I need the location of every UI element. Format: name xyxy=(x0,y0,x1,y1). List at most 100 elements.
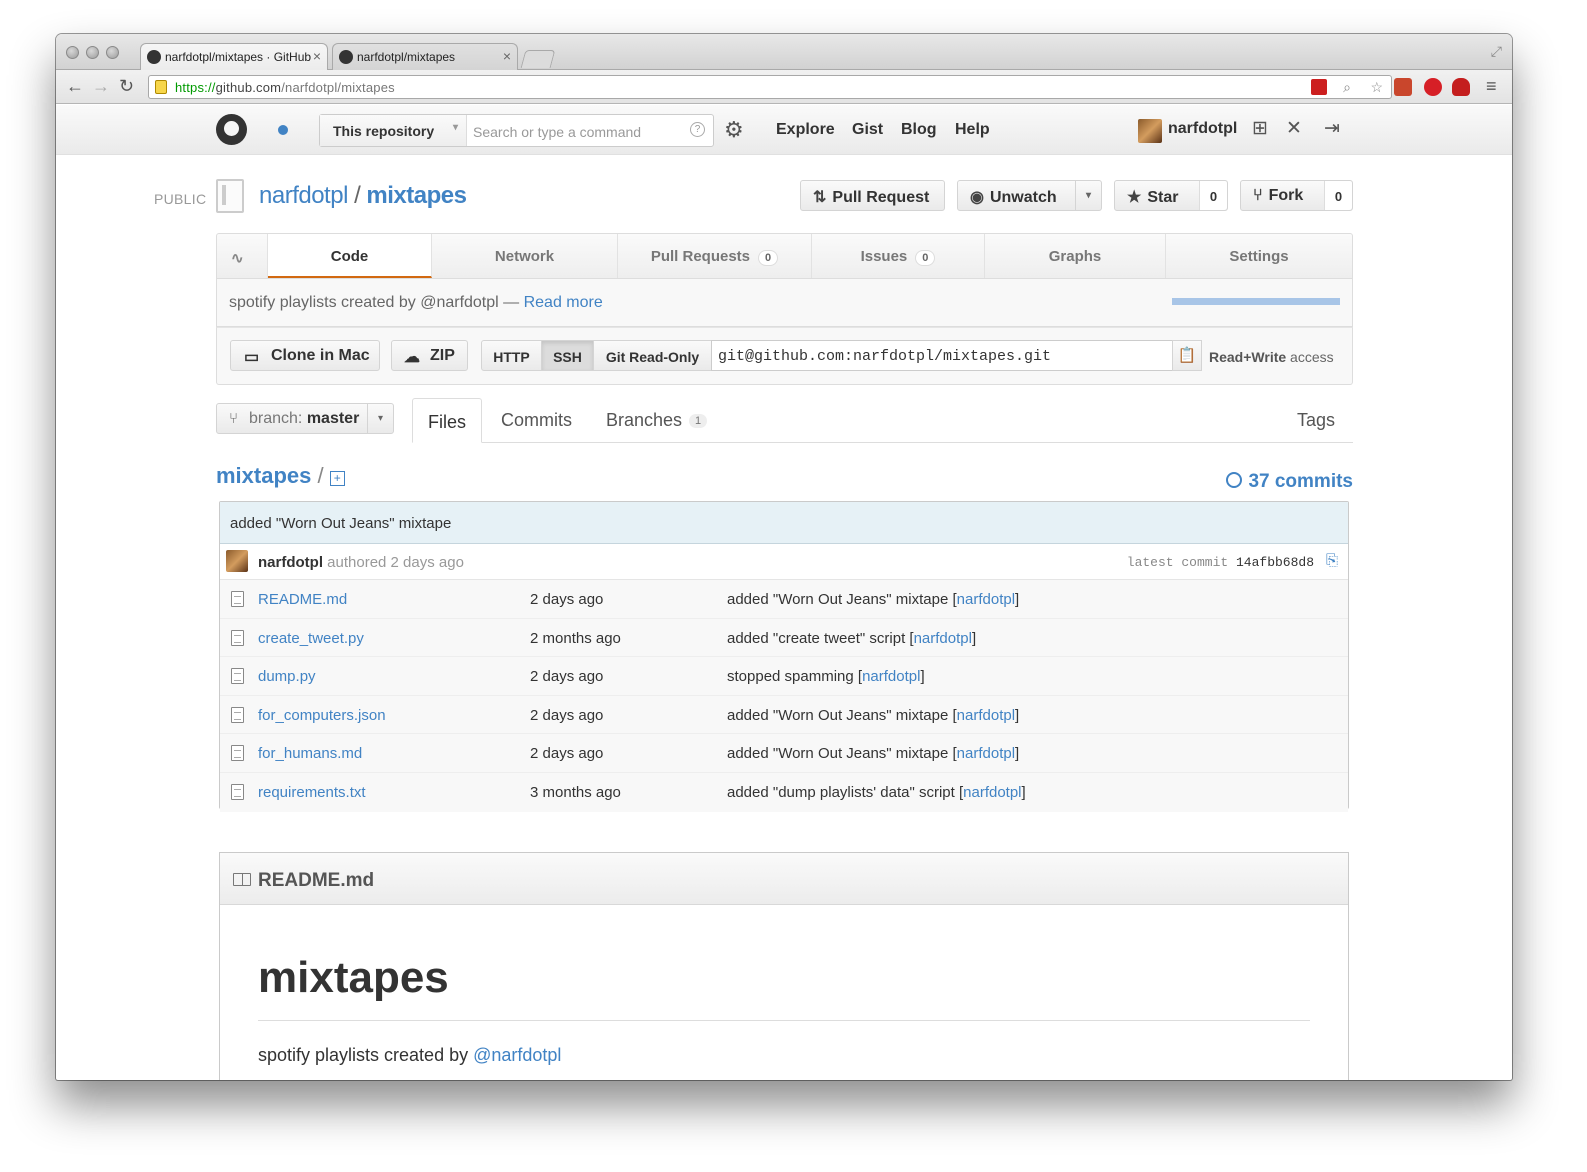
extension-book-icon[interactable] xyxy=(1394,78,1412,96)
search-input[interactable]: Search or type a command xyxy=(473,124,641,140)
clone-url-input[interactable]: git@github.com:narfdotpl/mixtapes.git xyxy=(711,340,1173,371)
chevron-down-icon: ▾ xyxy=(367,404,393,433)
close-window-button[interactable] xyxy=(66,46,79,59)
tab-issues[interactable]: Issues 0 xyxy=(812,234,985,278)
tab-tags[interactable]: Tags xyxy=(1297,410,1335,431)
username-link[interactable]: narfdotpl xyxy=(1168,120,1237,138)
commit-author-link[interactable]: narfdotpl xyxy=(963,784,1021,801)
tab-settings[interactable]: Settings xyxy=(1166,234,1352,278)
notifications-icon[interactable] xyxy=(278,125,288,135)
new-repo-icon[interactable]: ⊞ xyxy=(1252,117,1268,140)
tab-commits[interactable]: Commits xyxy=(501,410,572,431)
zip-download-button[interactable]: ☁ ZIP xyxy=(391,340,468,371)
pulse-icon: ∿ xyxy=(231,250,244,267)
forward-arrow-icon[interactable]: → xyxy=(92,76,110,97)
menu-icon[interactable]: ≡ xyxy=(1486,76,1497,97)
fullscreen-icon[interactable]: ⤢ xyxy=(1491,43,1502,60)
protocol-git-read-only[interactable]: Git Read-Only xyxy=(593,340,712,371)
latest-commit-message[interactable]: added "Worn Out Jeans" mixtape xyxy=(220,502,1348,544)
search-scope-select[interactable]: This repository ▾ xyxy=(320,115,467,146)
nav-explore[interactable]: Explore xyxy=(776,121,835,139)
file-name-link[interactable]: for_humans.md xyxy=(258,745,362,762)
browser-tab[interactable]: narfdotpl/mixtapes × xyxy=(332,43,518,70)
issues-count: 0 xyxy=(915,250,936,266)
read-more-link[interactable]: Read more xyxy=(524,294,603,311)
commit-author-link[interactable]: narfdotpl xyxy=(862,668,920,685)
language-bar[interactable] xyxy=(1172,298,1340,305)
zoom-window-button[interactable] xyxy=(106,46,119,59)
avatar[interactable] xyxy=(226,550,248,572)
fork-button[interactable]: ⑂ Fork 0 xyxy=(1240,180,1353,211)
commit-sha-link[interactable]: 14afbb68d8 xyxy=(1236,555,1314,570)
latest-commit-meta: narfdotpl authored 2 days ago latest com… xyxy=(220,544,1348,580)
close-icon[interactable]: × xyxy=(503,48,511,64)
nav-gist[interactable]: Gist xyxy=(852,121,883,139)
file-name-link[interactable]: README.md xyxy=(258,591,347,608)
avatar[interactable] xyxy=(1138,119,1162,143)
clone-in-mac-button[interactable]: ▭ Clone in Mac xyxy=(230,340,380,371)
file-name-link[interactable]: create_tweet.py xyxy=(258,630,364,647)
tab-title: narfdotpl/mixtapes xyxy=(357,50,456,64)
pull-request-button[interactable]: ⇅ Pull Request xyxy=(800,180,945,211)
minimize-window-button[interactable] xyxy=(86,46,99,59)
nav-blog[interactable]: Blog xyxy=(901,121,937,139)
protocol-ssh[interactable]: SSH xyxy=(541,340,594,371)
commits-count-link[interactable]: 37 commits xyxy=(1226,471,1353,493)
star-count[interactable]: 0 xyxy=(1199,181,1227,210)
tab-code[interactable]: Code xyxy=(268,234,432,278)
commit-author-link[interactable]: narfdotpl xyxy=(957,745,1015,762)
extension-chair-icon[interactable] xyxy=(1452,78,1470,96)
close-icon[interactable]: × xyxy=(313,48,321,64)
browser-tab-active[interactable]: narfdotpl/mixtapes · GitHub × xyxy=(140,43,328,70)
repo-name-link[interactable]: mixtapes xyxy=(366,182,467,209)
back-arrow-icon[interactable]: ← xyxy=(66,76,84,97)
readme-paragraph: spotify playlists created by @narfdotpl xyxy=(258,1045,562,1065)
file-name-link[interactable]: for_computers.json xyxy=(258,707,386,724)
table-row: dump.py 2 days ago stopped spamming [nar… xyxy=(220,657,1348,696)
breadcrumb: mixtapes / + xyxy=(216,463,345,489)
extension-block-icon[interactable] xyxy=(1424,78,1442,96)
commit-author-link[interactable]: narfdotpl xyxy=(957,707,1015,724)
tab-graphs[interactable]: Graphs xyxy=(985,234,1166,278)
protocol-http[interactable]: HTTP xyxy=(481,340,542,371)
github-favicon-icon xyxy=(147,50,161,64)
magnifier-icon[interactable]: ⌕ xyxy=(1343,79,1351,96)
eye-icon: ◉ xyxy=(970,189,984,206)
commit-author-link[interactable]: narfdotpl xyxy=(957,591,1015,608)
help-icon[interactable]: ? xyxy=(690,122,705,137)
history-icon xyxy=(1226,472,1243,488)
commit-author-link[interactable]: narfdotpl xyxy=(914,630,972,647)
repo-owner-link[interactable]: narfdotpl xyxy=(259,182,348,209)
sign-out-icon[interactable]: ⇥ xyxy=(1324,117,1340,140)
bookmark-star-icon[interactable]: ☆ xyxy=(1370,79,1383,96)
tab-pulse[interactable]: ∿ xyxy=(217,234,268,278)
tab-files[interactable]: Files xyxy=(412,398,482,443)
account-settings-icon[interactable]: ✕ xyxy=(1286,117,1302,140)
fork-count[interactable]: 0 xyxy=(1324,181,1352,210)
mention-link[interactable]: @narfdotpl xyxy=(473,1045,561,1065)
add-file-icon[interactable]: + xyxy=(329,471,345,486)
tab-branches[interactable]: Branches 1 xyxy=(606,410,708,431)
clipboard-icon[interactable]: 📋 xyxy=(1172,340,1202,371)
file-icon xyxy=(231,591,244,607)
file-name-link[interactable]: requirements.txt xyxy=(258,784,366,801)
tab-pull-requests[interactable]: Pull Requests 0 xyxy=(618,234,812,278)
unwatch-button[interactable]: ◉ Unwatch ▾ xyxy=(957,180,1102,211)
chevron-down-icon[interactable]: ▾ xyxy=(1075,181,1101,210)
github-favicon-icon xyxy=(339,50,353,64)
nav-help[interactable]: Help xyxy=(955,121,990,139)
flash-plugin-icon[interactable] xyxy=(1311,79,1327,95)
copy-sha-icon[interactable]: ⎘ xyxy=(1326,552,1338,569)
tab-network[interactable]: Network xyxy=(432,234,618,278)
commit-author-link[interactable]: narfdotpl xyxy=(258,554,323,571)
new-tab-button[interactable] xyxy=(520,50,556,68)
star-button[interactable]: ★ Star 0 xyxy=(1114,180,1228,211)
file-name-link[interactable]: dump.py xyxy=(258,668,316,685)
breadcrumb-root-link[interactable]: mixtapes xyxy=(216,463,311,488)
branch-select[interactable]: ⑂ branch: master ▾ xyxy=(216,403,394,434)
file-commit-message: added "Worn Out Jeans" mixtape [narfdotp… xyxy=(727,745,1020,763)
address-bar[interactable]: https://github.com/narfdotpl/mixtapes ⌕ … xyxy=(148,75,1392,99)
gear-icon[interactable]: ⚙ xyxy=(724,117,744,143)
reload-icon[interactable]: ↻ xyxy=(119,76,134,97)
github-logo-icon[interactable] xyxy=(216,114,247,145)
